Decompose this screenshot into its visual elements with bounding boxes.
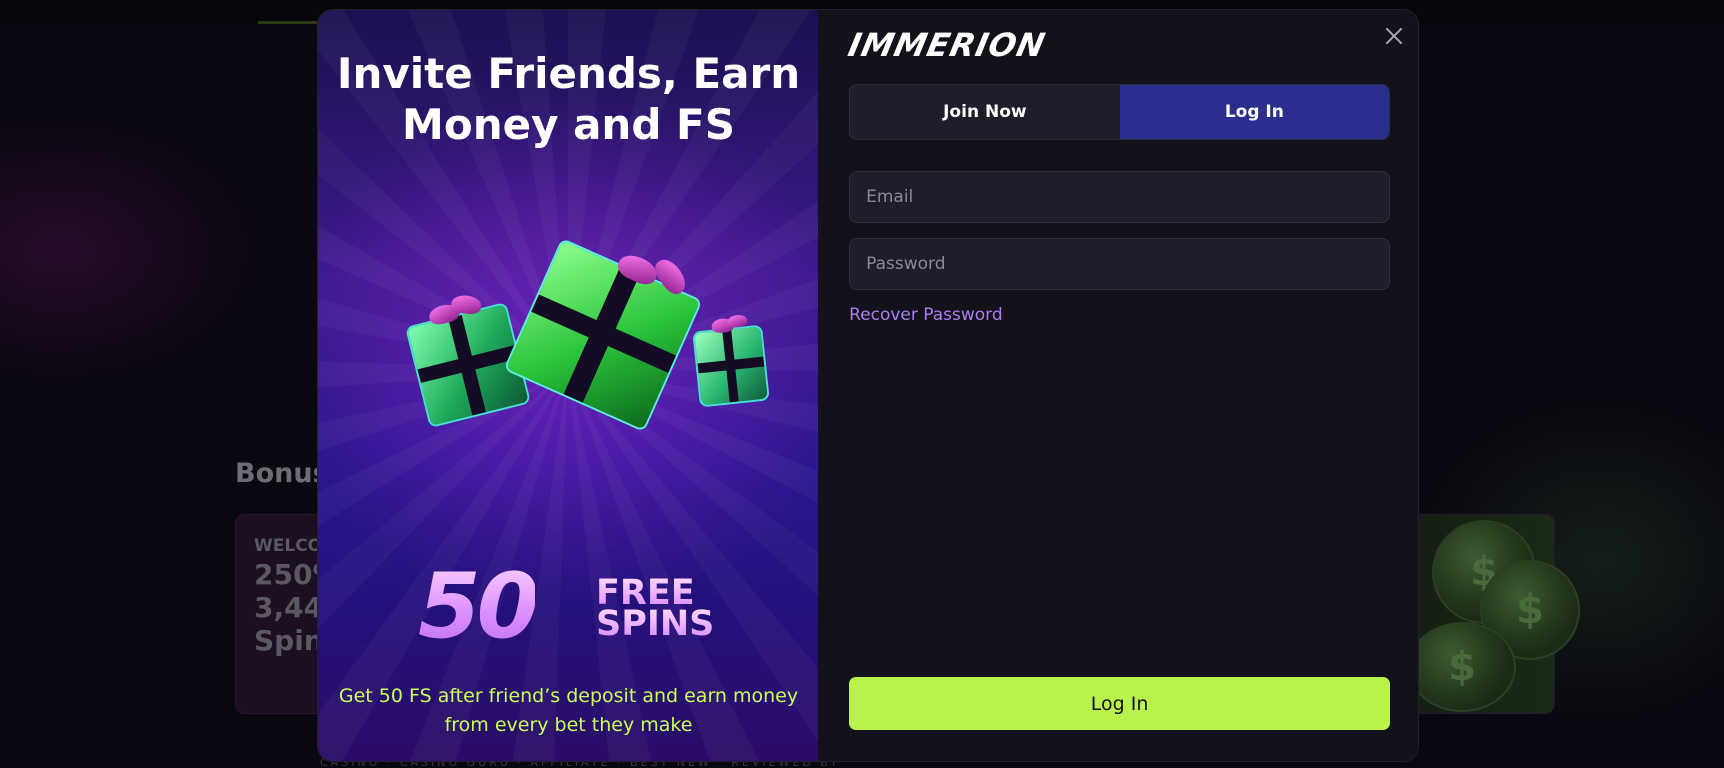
- close-icon[interactable]: [1382, 24, 1406, 48]
- gift-boxes-illustration: [378, 240, 778, 455]
- spins-word: SPINS: [596, 604, 715, 644]
- promo-description: Get 50 FS after friend’s deposit and ear…: [338, 685, 799, 736]
- login-form-panel: IMMERION Join Now Log In Recover Passwor…: [818, 10, 1418, 761]
- recover-password-link[interactable]: Recover Password: [849, 305, 1003, 325]
- promo-title: Invite Friends, Earn Money and FS: [336, 49, 801, 149]
- tab-log-in[interactable]: Log In: [1119, 85, 1390, 139]
- tab-join-now[interactable]: Join Now: [850, 85, 1120, 139]
- coin-icon: $: [1408, 622, 1516, 712]
- password-field[interactable]: [849, 238, 1391, 290]
- immerion-logo: IMMERION: [845, 26, 1050, 64]
- email-field[interactable]: [849, 171, 1391, 223]
- free-spins-number: 50: [418, 554, 539, 659]
- auth-tabs: Join Now Log In: [849, 84, 1391, 140]
- auth-modal: Invite Friends, Earn Money and FS 50 FRE…: [317, 9, 1419, 762]
- free-spins-badge: 50 FREE SPINS: [418, 554, 728, 659]
- referral-promo-panel: Invite Friends, Earn Money and FS 50 FRE…: [318, 10, 819, 761]
- gift-box-center: [506, 240, 700, 430]
- gift-box-right: [694, 314, 768, 406]
- log-in-button[interactable]: Log In: [849, 677, 1391, 730]
